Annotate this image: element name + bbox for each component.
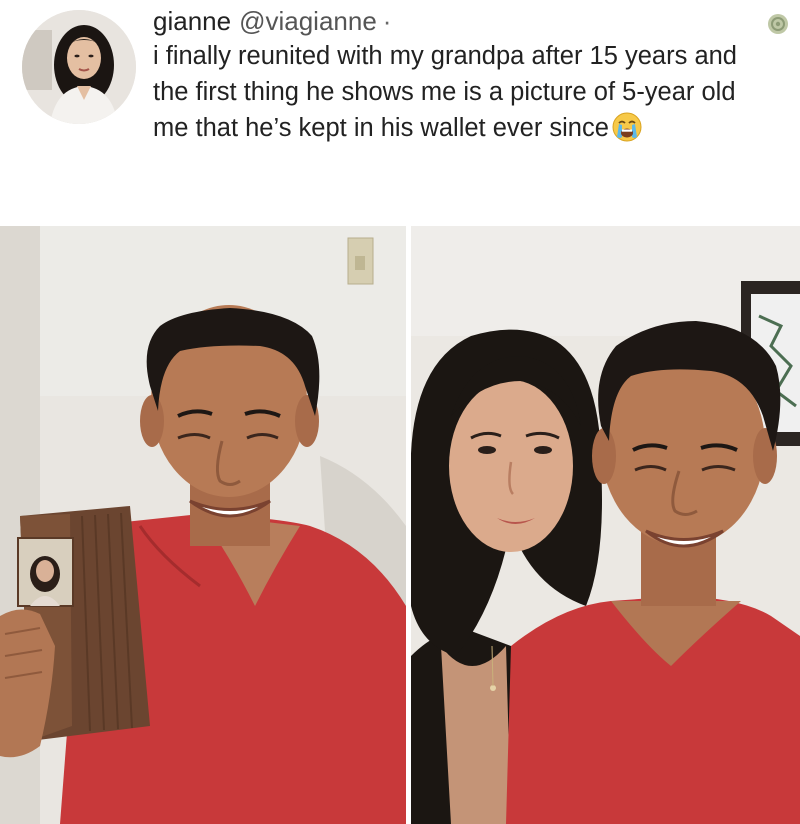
tweet-content: gianne @viagianne · i finally reunited wit… (153, 4, 783, 146)
tweet-text-block: i finally reunited with my grandpa after… (153, 38, 773, 146)
tweet-author-line: gianne @viagianne · (153, 4, 783, 38)
photo-grandpa-with-wallet[interactable] (0, 226, 406, 824)
author-display-name[interactable]: gianne (153, 6, 231, 36)
profile-avatar[interactable] (22, 10, 136, 124)
tweet-media (0, 226, 800, 824)
author-handle[interactable]: @viagianne (239, 6, 377, 36)
share-icon[interactable] (766, 12, 790, 36)
crying-face-emoji-icon (611, 111, 643, 143)
tweet-header: gianne @viagianne · i finally reunited wit… (0, 0, 800, 224)
photo-granddaughter-and-grandpa-selfie[interactable] (411, 226, 800, 824)
separator-dot: · (382, 6, 392, 36)
tweet-text: i finally reunited with my grandpa after… (153, 42, 737, 142)
